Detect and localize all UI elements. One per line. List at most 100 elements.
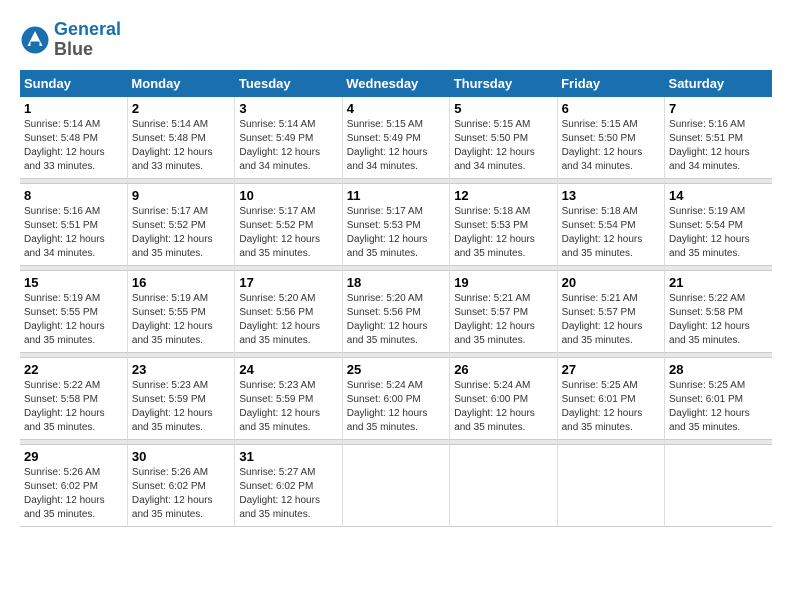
day-info: Sunrise: 5:24 AMSunset: 6:00 PMDaylight:… — [454, 380, 535, 433]
day-number: 15 — [24, 275, 123, 290]
day-number: 23 — [132, 362, 230, 377]
calendar-cell: 6 Sunrise: 5:15 AMSunset: 5:50 PMDayligh… — [557, 97, 664, 179]
day-info: Sunrise: 5:17 AMSunset: 5:52 PMDaylight:… — [132, 206, 213, 259]
weekday-header-sunday: Sunday — [20, 70, 127, 97]
calendar-cell — [557, 444, 664, 526]
day-number: 9 — [132, 188, 230, 203]
calendar-cell — [342, 444, 449, 526]
calendar-cell: 20 Sunrise: 5:21 AMSunset: 5:57 PMDaylig… — [557, 270, 664, 352]
calendar-cell: 21 Sunrise: 5:22 AMSunset: 5:58 PMDaylig… — [665, 270, 772, 352]
page-header: GeneralBlue — [20, 20, 772, 60]
day-number: 25 — [347, 362, 445, 377]
day-number: 13 — [562, 188, 660, 203]
calendar-cell: 7 Sunrise: 5:16 AMSunset: 5:51 PMDayligh… — [665, 97, 772, 179]
day-number: 12 — [454, 188, 552, 203]
day-number: 26 — [454, 362, 552, 377]
day-number: 19 — [454, 275, 552, 290]
calendar-cell: 12 Sunrise: 5:18 AMSunset: 5:53 PMDaylig… — [450, 183, 557, 265]
day-info: Sunrise: 5:21 AMSunset: 5:57 PMDaylight:… — [562, 293, 643, 346]
day-info: Sunrise: 5:16 AMSunset: 5:51 PMDaylight:… — [24, 206, 105, 259]
logo-text: GeneralBlue — [54, 20, 121, 60]
logo: GeneralBlue — [20, 20, 121, 60]
day-number: 24 — [239, 362, 337, 377]
calendar-cell: 23 Sunrise: 5:23 AMSunset: 5:59 PMDaylig… — [127, 357, 234, 439]
calendar-cell: 14 Sunrise: 5:19 AMSunset: 5:54 PMDaylig… — [665, 183, 772, 265]
weekday-header-monday: Monday — [127, 70, 234, 97]
day-number: 22 — [24, 362, 123, 377]
logo-icon — [20, 25, 50, 55]
calendar-cell — [665, 444, 772, 526]
calendar-cell: 4 Sunrise: 5:15 AMSunset: 5:49 PMDayligh… — [342, 97, 449, 179]
day-info: Sunrise: 5:20 AMSunset: 5:56 PMDaylight:… — [347, 293, 428, 346]
day-number: 1 — [24, 101, 123, 116]
day-info: Sunrise: 5:17 AMSunset: 5:53 PMDaylight:… — [347, 206, 428, 259]
day-info: Sunrise: 5:15 AMSunset: 5:50 PMDaylight:… — [454, 119, 535, 172]
day-number: 30 — [132, 449, 230, 464]
day-number: 18 — [347, 275, 445, 290]
day-info: Sunrise: 5:22 AMSunset: 5:58 PMDaylight:… — [24, 380, 105, 433]
day-info: Sunrise: 5:21 AMSunset: 5:57 PMDaylight:… — [454, 293, 535, 346]
calendar-week-row: 15 Sunrise: 5:19 AMSunset: 5:55 PMDaylig… — [20, 270, 772, 352]
calendar-week-row: 8 Sunrise: 5:16 AMSunset: 5:51 PMDayligh… — [20, 183, 772, 265]
day-number: 8 — [24, 188, 123, 203]
day-number: 17 — [239, 275, 337, 290]
day-number: 20 — [562, 275, 660, 290]
calendar-cell — [450, 444, 557, 526]
day-info: Sunrise: 5:15 AMSunset: 5:50 PMDaylight:… — [562, 119, 643, 172]
calendar-cell: 27 Sunrise: 5:25 AMSunset: 6:01 PMDaylig… — [557, 357, 664, 439]
day-number: 6 — [562, 101, 660, 116]
day-info: Sunrise: 5:18 AMSunset: 5:54 PMDaylight:… — [562, 206, 643, 259]
day-info: Sunrise: 5:20 AMSunset: 5:56 PMDaylight:… — [239, 293, 320, 346]
day-info: Sunrise: 5:18 AMSunset: 5:53 PMDaylight:… — [454, 206, 535, 259]
calendar-table: SundayMondayTuesdayWednesdayThursdayFrid… — [20, 70, 772, 527]
day-info: Sunrise: 5:26 AMSunset: 6:02 PMDaylight:… — [132, 467, 213, 520]
day-number: 16 — [132, 275, 230, 290]
day-info: Sunrise: 5:25 AMSunset: 6:01 PMDaylight:… — [669, 380, 750, 433]
day-number: 7 — [669, 101, 768, 116]
day-info: Sunrise: 5:19 AMSunset: 5:55 PMDaylight:… — [24, 293, 105, 346]
calendar-week-row: 1 Sunrise: 5:14 AMSunset: 5:48 PMDayligh… — [20, 97, 772, 179]
day-info: Sunrise: 5:25 AMSunset: 6:01 PMDaylight:… — [562, 380, 643, 433]
weekday-header-wednesday: Wednesday — [342, 70, 449, 97]
calendar-cell: 22 Sunrise: 5:22 AMSunset: 5:58 PMDaylig… — [20, 357, 127, 439]
day-info: Sunrise: 5:23 AMSunset: 5:59 PMDaylight:… — [239, 380, 320, 433]
day-number: 29 — [24, 449, 123, 464]
weekday-header-thursday: Thursday — [450, 70, 557, 97]
calendar-week-row: 29 Sunrise: 5:26 AMSunset: 6:02 PMDaylig… — [20, 444, 772, 526]
day-info: Sunrise: 5:19 AMSunset: 5:54 PMDaylight:… — [669, 206, 750, 259]
day-number: 14 — [669, 188, 768, 203]
calendar-cell: 3 Sunrise: 5:14 AMSunset: 5:49 PMDayligh… — [235, 97, 342, 179]
day-number: 3 — [239, 101, 337, 116]
day-info: Sunrise: 5:27 AMSunset: 6:02 PMDaylight:… — [239, 467, 320, 520]
weekday-header-tuesday: Tuesday — [235, 70, 342, 97]
day-info: Sunrise: 5:24 AMSunset: 6:00 PMDaylight:… — [347, 380, 428, 433]
calendar-cell: 29 Sunrise: 5:26 AMSunset: 6:02 PMDaylig… — [20, 444, 127, 526]
day-number: 28 — [669, 362, 768, 377]
calendar-cell: 11 Sunrise: 5:17 AMSunset: 5:53 PMDaylig… — [342, 183, 449, 265]
day-info: Sunrise: 5:16 AMSunset: 5:51 PMDaylight:… — [669, 119, 750, 172]
calendar-cell: 8 Sunrise: 5:16 AMSunset: 5:51 PMDayligh… — [20, 183, 127, 265]
calendar-cell: 1 Sunrise: 5:14 AMSunset: 5:48 PMDayligh… — [20, 97, 127, 179]
day-info: Sunrise: 5:23 AMSunset: 5:59 PMDaylight:… — [132, 380, 213, 433]
day-number: 21 — [669, 275, 768, 290]
calendar-cell: 24 Sunrise: 5:23 AMSunset: 5:59 PMDaylig… — [235, 357, 342, 439]
day-info: Sunrise: 5:15 AMSunset: 5:49 PMDaylight:… — [347, 119, 428, 172]
calendar-cell: 9 Sunrise: 5:17 AMSunset: 5:52 PMDayligh… — [127, 183, 234, 265]
calendar-cell: 2 Sunrise: 5:14 AMSunset: 5:48 PMDayligh… — [127, 97, 234, 179]
day-info: Sunrise: 5:26 AMSunset: 6:02 PMDaylight:… — [24, 467, 105, 520]
weekday-header-saturday: Saturday — [665, 70, 772, 97]
day-info: Sunrise: 5:17 AMSunset: 5:52 PMDaylight:… — [239, 206, 320, 259]
day-number: 31 — [239, 449, 337, 464]
calendar-cell: 19 Sunrise: 5:21 AMSunset: 5:57 PMDaylig… — [450, 270, 557, 352]
calendar-cell: 18 Sunrise: 5:20 AMSunset: 5:56 PMDaylig… — [342, 270, 449, 352]
calendar-cell: 17 Sunrise: 5:20 AMSunset: 5:56 PMDaylig… — [235, 270, 342, 352]
day-info: Sunrise: 5:14 AMSunset: 5:48 PMDaylight:… — [24, 119, 105, 172]
day-number: 5 — [454, 101, 552, 116]
calendar-cell: 26 Sunrise: 5:24 AMSunset: 6:00 PMDaylig… — [450, 357, 557, 439]
calendar-week-row: 22 Sunrise: 5:22 AMSunset: 5:58 PMDaylig… — [20, 357, 772, 439]
calendar-cell: 10 Sunrise: 5:17 AMSunset: 5:52 PMDaylig… — [235, 183, 342, 265]
calendar-cell: 25 Sunrise: 5:24 AMSunset: 6:00 PMDaylig… — [342, 357, 449, 439]
calendar-cell: 13 Sunrise: 5:18 AMSunset: 5:54 PMDaylig… — [557, 183, 664, 265]
calendar-cell: 15 Sunrise: 5:19 AMSunset: 5:55 PMDaylig… — [20, 270, 127, 352]
day-info: Sunrise: 5:19 AMSunset: 5:55 PMDaylight:… — [132, 293, 213, 346]
